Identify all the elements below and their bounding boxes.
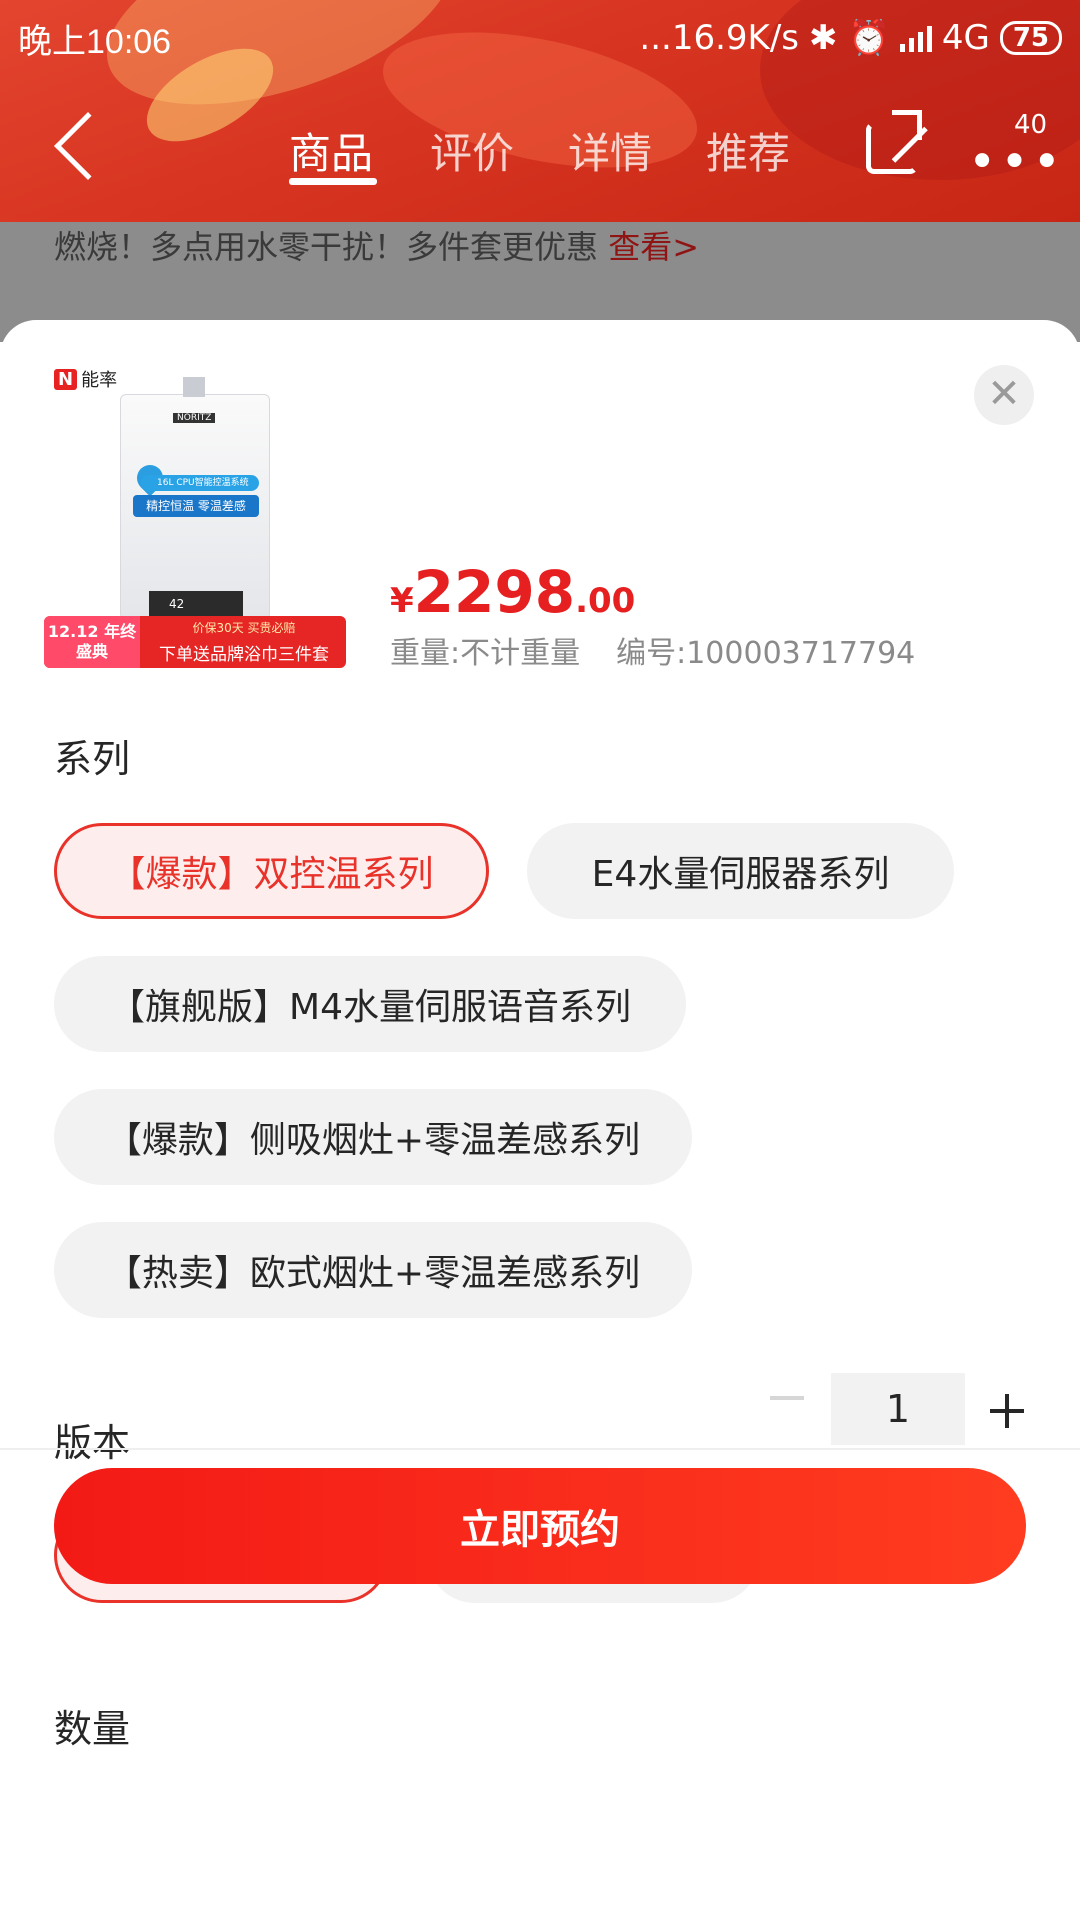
series-option[interactable]: 【爆款】双控温系列 [54,823,489,919]
reserve-now-button[interactable]: 立即预约 [54,1468,1026,1584]
more-badge: 40 [1014,110,1048,140]
product-weight: 重量:不计重量 [390,636,581,671]
promo-band: 12.12 年终盛典 价保30天 买贵必赔 下单送品牌浴巾三件套 [44,616,346,668]
sku-selector-sheet: ✕ N 能率 NORITZ 16L CPU智能控温系统 精控恒温 零温差感 42… [0,320,1080,1920]
network-type: 4G [941,18,990,58]
promo-line-2: 下单送品牌浴巾三件套 [159,645,329,665]
series-option[interactable]: 【热卖】欧式烟灶+零温差感系列 [54,1222,692,1318]
heater-feature: 精控恒温 零温差感 [133,495,259,517]
series-option[interactable]: 【旗舰版】M4水量伺服语音系列 [54,956,686,1052]
heater-brand-label: NORITZ [173,413,216,423]
signal-icon [899,24,932,52]
tab-recommend[interactable]: 推荐 [706,120,790,181]
header: 晚上10:06 ...16.9K/s ✱ ⏰ 4G 75 商品 评价 详情 推荐 [0,0,1080,222]
price-symbol: ¥ [390,581,414,621]
price-integer: 2298 [413,558,576,626]
series-option[interactable]: 【爆款】侧吸烟灶+零温差感系列 [54,1089,692,1185]
page: 晚上10:06 ...16.9K/s ✱ ⏰ 4G 75 商品 评价 详情 推荐 [0,0,1080,1920]
status-time: 晚上10:06 [18,22,172,61]
product-nav: 商品 评价 详情 推荐 ••• 40 [0,100,1080,200]
network-speed: ...16.9K/s [639,18,799,58]
battery-icon: 75 [999,21,1062,55]
price-decimal: .00 [575,581,636,621]
close-icon[interactable]: ✕ [974,365,1034,425]
tab-reviews[interactable]: 评价 [430,120,514,181]
promo-line-1: 价保30天 买贵必赔 [192,621,296,635]
series-option[interactable]: E4水量伺服器系列 [527,823,954,919]
brand-badge-text: 能率 [81,370,118,391]
product-price: ¥2298.00 [390,558,635,626]
increase-quantity-button[interactable] [990,1394,1024,1428]
energy-label: N 能率 [54,366,117,392]
more-icon[interactable]: ••• [968,134,1065,190]
quantity-input[interactable]: 1 [831,1373,965,1445]
water-heater-picture: NORITZ 16L CPU智能控温系统 精控恒温 零温差感 42 [120,377,270,620]
promo-link[interactable]: 查看> [608,228,699,266]
product-meta: 重量:不计重量 编号:100003717794 [390,628,915,672]
active-tab-indicator [289,178,377,185]
quantity-title: 数量 [54,1707,131,1751]
product-sku: 编号:100003717794 [616,636,916,671]
bluetooth-icon: ✱ [808,18,838,58]
promo-festival-badge: 12.12 年终盛典 [44,616,140,668]
product-image[interactable]: N 能率 NORITZ 16L CPU智能控温系统 精控恒温 零温差感 42 1… [44,366,346,668]
heater-display: 42 [149,591,243,617]
series-title: 系列 [54,737,131,781]
brand-logo-icon: N [54,368,78,390]
alarm-icon: ⏰ [847,18,890,58]
heater-feature-small: 16L CPU智能控温系统 [141,475,259,491]
tab-product[interactable]: 商品 [289,120,373,181]
promo-text: 燃烧！多点用水零干扰！多件套更优惠 [54,228,599,266]
promo-banner: 燃烧！多点用水零干扰！多件套更优惠 查看> [54,222,699,268]
version-title: 版本 [54,1421,131,1465]
tab-details[interactable]: 详情 [568,120,652,181]
divider [0,1448,1080,1450]
status-bar: 晚上10:06 ...16.9K/s ✱ ⏰ 4G 75 [0,0,1080,76]
decrease-quantity-button[interactable] [770,1396,804,1400]
back-icon[interactable] [54,112,122,180]
